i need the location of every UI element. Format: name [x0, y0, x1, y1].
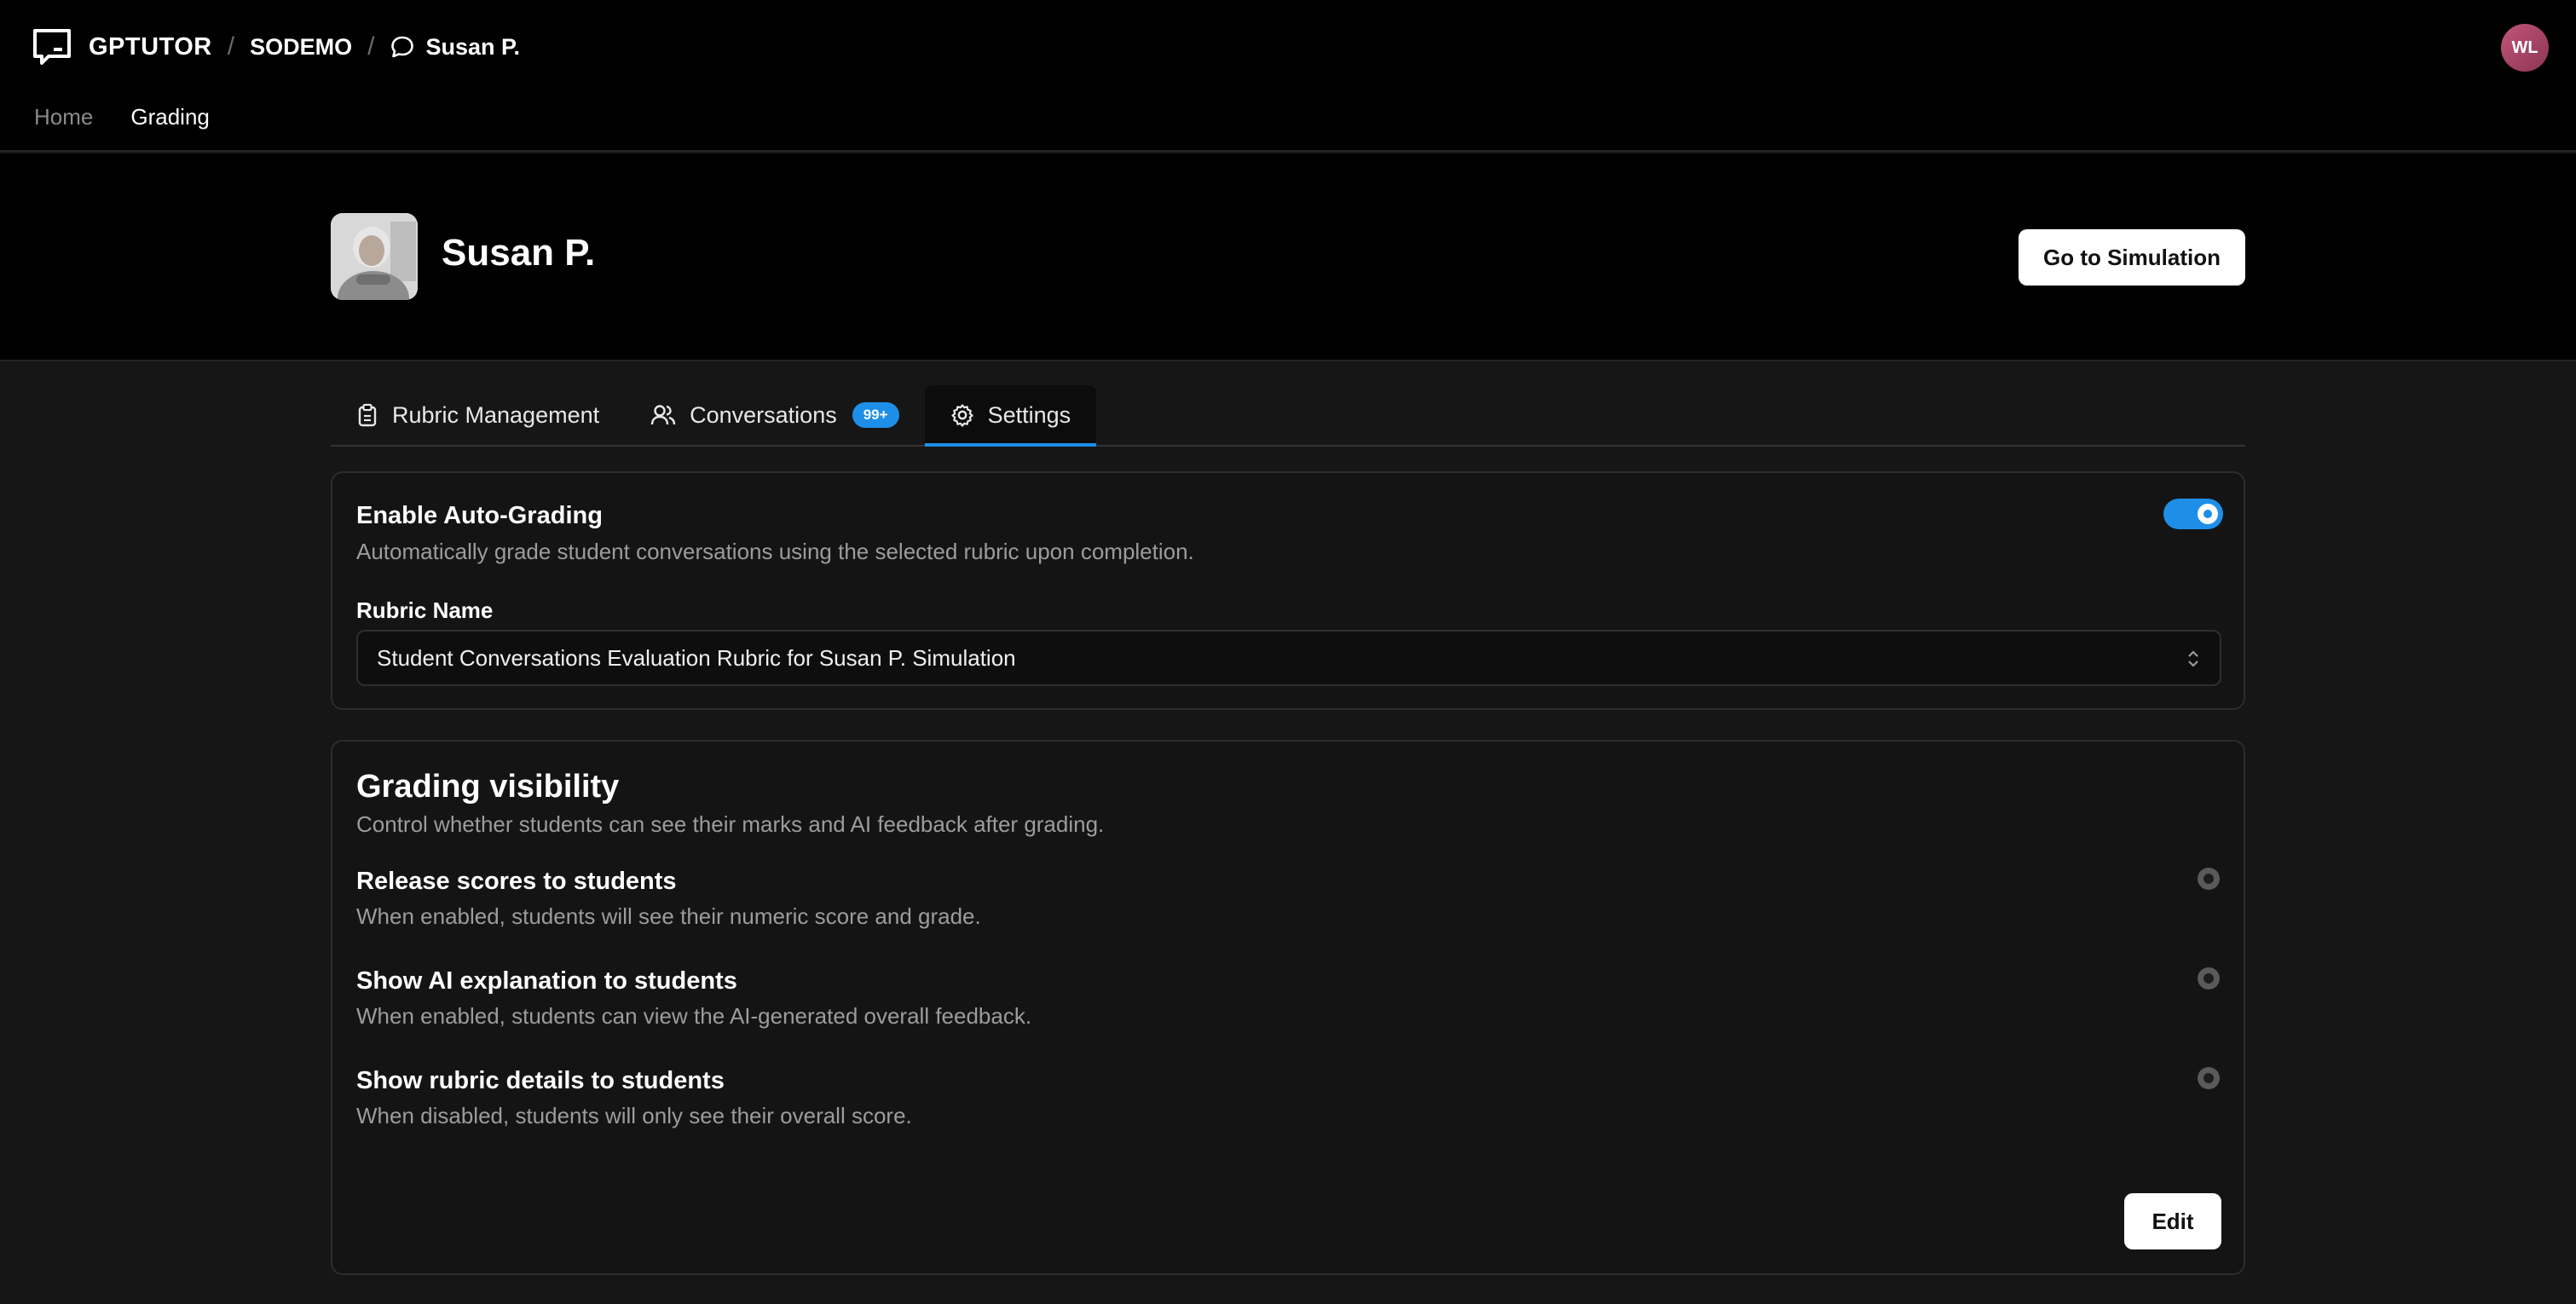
option-description: When enabled, students can view the AI-g…: [356, 1003, 1032, 1029]
nav-grading[interactable]: Grading: [127, 99, 213, 159]
auto-grading-title: Enable Auto-Grading: [356, 502, 603, 529]
rubric-select[interactable]: Student Conversations Evaluation Rubric …: [356, 630, 2221, 686]
show-ai-explanation-radio[interactable]: [2198, 967, 2220, 990]
users-icon: [650, 405, 676, 425]
tab-conversations-label: Conversations: [690, 401, 837, 428]
tab-settings[interactable]: Settings: [924, 385, 1097, 447]
chat-logo-icon[interactable]: [31, 26, 73, 68]
visibility-title: Grading visibility: [356, 769, 620, 805]
auto-grading-description: Automatically grade student conversation…: [356, 539, 1194, 564]
gear-icon: [950, 404, 973, 427]
chat-bubble-icon: [391, 36, 414, 58]
grading-visibility-card: Grading visibility Control whether stude…: [331, 740, 2245, 1275]
release-scores-radio[interactable]: [2198, 868, 2220, 890]
rubric-name-label: Rubric Name: [356, 597, 494, 623]
clipboard-icon: [358, 403, 377, 427]
simulation-header: Susan P. Go to Simulation: [0, 153, 2576, 361]
show-rubric-details-radio[interactable]: [2198, 1067, 2220, 1089]
option-title: Release scores to students: [356, 868, 677, 895]
tab-rubric-management[interactable]: Rubric Management: [331, 385, 625, 445]
breadcrumb-simulation[interactable]: Susan P.: [390, 34, 520, 61]
tab-rubric-label: Rubric Management: [392, 401, 600, 428]
go-to-simulation-button[interactable]: Go to Simulation: [2019, 229, 2245, 286]
rubric-select-value: Student Conversations Evaluation Rubric …: [377, 644, 1016, 671]
page-title: Susan P.: [442, 232, 596, 274]
option-title: Show AI explanation to students: [356, 967, 737, 995]
option-description: When enabled, students will see their nu…: [356, 903, 981, 929]
breadcrumb-separator: /: [367, 32, 375, 61]
auto-grading-toggle[interactable]: [2163, 499, 2223, 529]
option-description: When disabled, students will only see th…: [356, 1103, 912, 1128]
breadcrumb-org[interactable]: SODEMO: [250, 34, 352, 61]
toggle-knob: [2198, 504, 2218, 524]
simulation-avatar-image: [331, 213, 418, 300]
avatar[interactable]: WL: [2501, 24, 2549, 72]
breadcrumb-simulation-label: Susan P.: [425, 33, 521, 60]
edit-button[interactable]: Edit: [2124, 1193, 2221, 1249]
top-bar: GPTUTOR / SODEMO / Susan P. WL Home Grad…: [0, 0, 2576, 159]
visibility-description: Control whether students can see their m…: [356, 811, 1105, 837]
tab-bar: Rubric Management Conversations 99+ Sett…: [331, 385, 2245, 447]
conversations-count-badge: 99+: [852, 402, 899, 428]
tab-settings-label: Settings: [987, 401, 1071, 428]
option-title: Show rubric details to students: [356, 1067, 725, 1094]
breadcrumb: GPTUTOR / SODEMO / Susan P.: [31, 26, 520, 68]
tab-conversations[interactable]: Conversations 99+: [625, 385, 924, 445]
brand-name[interactable]: GPTUTOR: [89, 33, 212, 61]
auto-grading-card: Enable Auto-Grading Automatically grade …: [331, 471, 2245, 710]
main-nav: Home Grading: [0, 99, 213, 159]
chevron-up-down-icon: [2188, 650, 2198, 667]
breadcrumb-separator: /: [227, 32, 235, 61]
nav-home[interactable]: Home: [34, 99, 93, 152]
